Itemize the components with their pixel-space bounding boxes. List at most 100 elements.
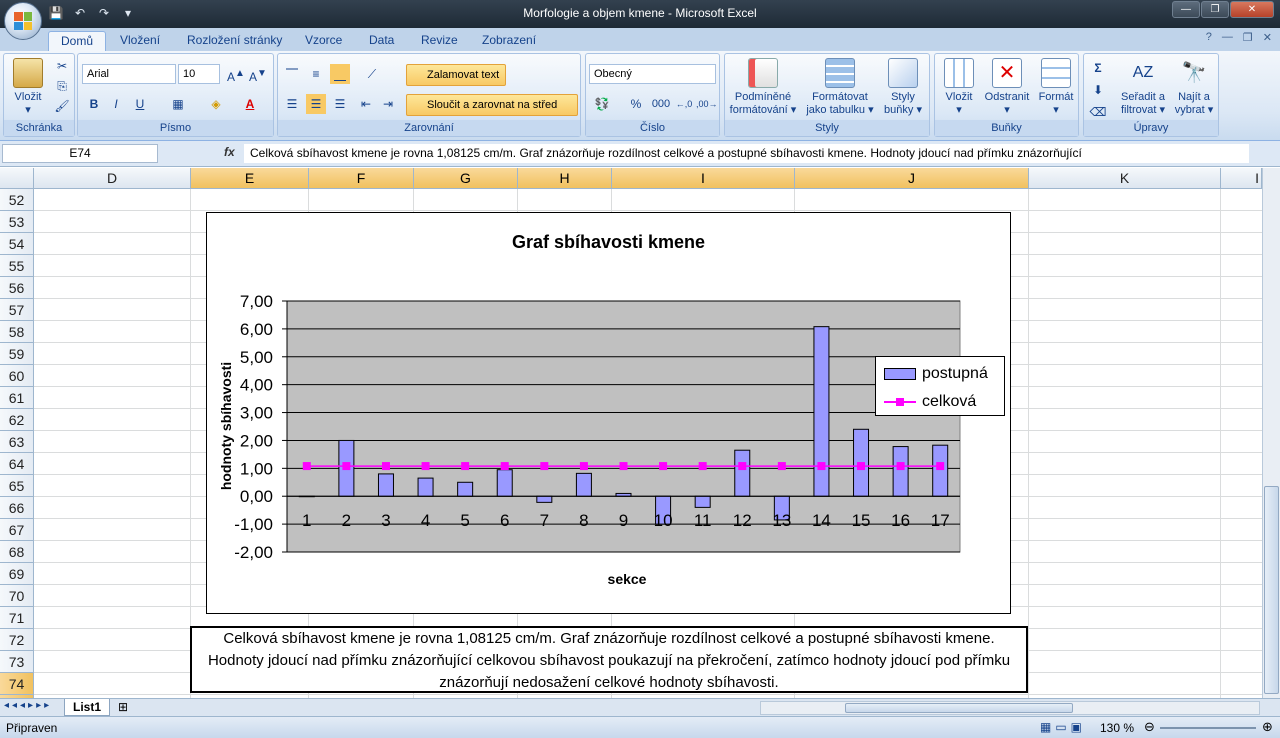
row-header[interactable]: 70 xyxy=(0,585,34,607)
tab-domu[interactable]: Domů xyxy=(48,31,107,51)
tab-data[interactable]: Data xyxy=(357,31,406,51)
insert-cells-button[interactable]: Vložit ▾ xyxy=(937,58,981,117)
horizontal-scroll-thumb[interactable] xyxy=(845,703,1073,713)
orientation-icon[interactable]: ⟋ xyxy=(362,64,382,84)
column-header[interactable]: J xyxy=(795,168,1029,189)
insert-sheet-icon[interactable]: ⊞ xyxy=(118,700,128,714)
align-right-icon[interactable]: ☰ xyxy=(330,94,350,114)
number-format-select[interactable]: Obecný xyxy=(589,64,716,84)
cell-styles-button[interactable]: Styly buňky ▾ xyxy=(879,58,927,117)
decrease-indent-icon[interactable]: ⇤ xyxy=(356,94,376,114)
ribbon-minimize-icon[interactable]: — xyxy=(1222,31,1233,44)
column-header[interactable]: H xyxy=(518,168,612,189)
view-buttons-icon[interactable]: ▦▭▣ xyxy=(1040,720,1086,734)
italic-button[interactable]: I xyxy=(106,94,126,114)
column-header[interactable]: F xyxy=(309,168,414,189)
autosum-button[interactable]: Σ xyxy=(1088,58,1108,78)
paste-button[interactable]: Vložit ▾ xyxy=(8,58,48,117)
formula-input[interactable]: Celková sbíhavost kmene je rovna 1,08125… xyxy=(244,144,1249,163)
font-name-select[interactable]: Arial xyxy=(82,64,176,84)
qat-customize-icon[interactable]: ▾ xyxy=(120,5,136,21)
row-header[interactable]: 64 xyxy=(0,453,34,475)
ribbon-restore-icon[interactable]: ❐ xyxy=(1243,31,1253,44)
fill-color-icon[interactable]: ◈ xyxy=(206,94,226,114)
increase-decimal-icon[interactable]: ←,0 xyxy=(674,94,694,114)
row-header[interactable]: 72 xyxy=(0,629,34,651)
find-select-button[interactable]: 🔭 Najít a vybrat ▾ xyxy=(1172,58,1216,117)
column-header[interactable]: I xyxy=(1221,168,1262,189)
underline-button[interactable]: U xyxy=(130,94,150,114)
conditional-formatting-button[interactable]: Podmíněné formátování ▾ xyxy=(727,58,799,117)
wrap-text-button[interactable]: Zalamovat text xyxy=(406,64,506,86)
close-button[interactable]: ✕ xyxy=(1230,1,1274,18)
row-header[interactable]: 52 xyxy=(0,189,34,211)
column-header[interactable]: K xyxy=(1029,168,1221,189)
tab-vzorce[interactable]: Vzorce xyxy=(293,31,354,51)
vertical-scroll-thumb[interactable] xyxy=(1264,486,1279,694)
row-header[interactable]: 65 xyxy=(0,475,34,497)
borders-icon[interactable]: ▦ xyxy=(168,94,188,114)
function-icon[interactable]: fx xyxy=(224,145,235,159)
align-center-icon[interactable]: ☰ xyxy=(306,94,326,114)
column-header[interactable]: I xyxy=(612,168,795,189)
tab-vlozeni[interactable]: Vložení xyxy=(108,31,172,51)
align-middle-icon[interactable]: ≡ xyxy=(306,64,326,84)
row-header[interactable]: 59 xyxy=(0,343,34,365)
font-color-icon[interactable]: A xyxy=(240,94,260,114)
font-size-select[interactable]: 10 xyxy=(178,64,220,84)
row-header[interactable]: 62 xyxy=(0,409,34,431)
chart[interactable]: Graf sbíhavosti kmene 7,00 6,00 5,00 4,00 3,… xyxy=(206,212,1011,614)
row-header[interactable]: 67 xyxy=(0,519,34,541)
description-textbox[interactable]: Celková sbíhavost kmene je rovna 1,08125… xyxy=(190,626,1028,693)
select-all-corner[interactable] xyxy=(0,168,34,189)
row-header[interactable]: 54 xyxy=(0,233,34,255)
format-as-table-button[interactable]: Formátovat jako tabulku ▾ xyxy=(803,58,877,117)
decrease-decimal-icon[interactable]: ,00→ xyxy=(696,94,718,114)
row-header[interactable]: 58 xyxy=(0,321,34,343)
zoom-in-icon[interactable]: ⊕ xyxy=(1262,719,1273,735)
tab-revize[interactable]: Revize xyxy=(409,31,470,51)
row-header[interactable]: 73 xyxy=(0,651,34,673)
row-header[interactable]: 60 xyxy=(0,365,34,387)
delete-cells-button[interactable]: ✕ Odstranit ▾ xyxy=(981,58,1033,117)
align-top-icon[interactable]: ⎺ xyxy=(282,64,302,84)
row-header[interactable]: 69 xyxy=(0,563,34,585)
undo-icon[interactable]: ↶ xyxy=(72,5,88,21)
currency-icon[interactable]: 💱 xyxy=(592,94,612,114)
grow-font-icon[interactable]: A▲ xyxy=(226,64,246,84)
column-header[interactable]: D xyxy=(34,168,191,189)
row-header[interactable]: 66 xyxy=(0,497,34,519)
save-icon[interactable]: 💾 xyxy=(48,5,64,21)
align-left-icon[interactable]: ☰ xyxy=(282,94,302,114)
clear-icon[interactable]: ⌫ xyxy=(1088,102,1108,122)
minimize-button[interactable]: — xyxy=(1172,1,1200,18)
sort-filter-button[interactable]: AZ Seřadit a filtrovat ▾ xyxy=(1116,58,1170,117)
format-painter-icon[interactable]: 🖌 xyxy=(52,96,72,116)
maximize-button[interactable]: ❐ xyxy=(1201,1,1229,18)
row-header[interactable]: 63 xyxy=(0,431,34,453)
copy-icon[interactable]: ⎘ xyxy=(52,76,72,96)
column-header[interactable]: G xyxy=(414,168,518,189)
row-header[interactable]: 57 xyxy=(0,299,34,321)
tab-rozlozeni-stranky[interactable]: Rozložení stránky xyxy=(175,31,294,51)
row-header[interactable]: 71 xyxy=(0,607,34,629)
row-header[interactable]: 55 xyxy=(0,255,34,277)
redo-icon[interactable]: ↷ xyxy=(96,5,112,21)
office-button[interactable] xyxy=(4,2,42,40)
row-header[interactable]: 53 xyxy=(0,211,34,233)
zoom-level[interactable]: 130 % xyxy=(1100,721,1134,735)
horizontal-scrollbar[interactable] xyxy=(760,701,1260,715)
row-header[interactable]: 74 xyxy=(0,673,34,695)
ribbon-close-icon[interactable]: ✕ xyxy=(1263,31,1272,44)
tab-zobrazeni[interactable]: Zobrazení xyxy=(470,31,548,51)
sheet-tab-list1[interactable]: List1 xyxy=(64,699,111,716)
shrink-font-icon[interactable]: A▼ xyxy=(248,64,268,84)
vertical-scrollbar[interactable] xyxy=(1262,168,1280,698)
merge-center-button[interactable]: Sloučit a zarovnat na střed xyxy=(406,94,578,116)
row-header[interactable]: 61 xyxy=(0,387,34,409)
name-box[interactable]: E74 xyxy=(2,144,158,163)
fill-icon[interactable]: ⬇ xyxy=(1088,80,1108,100)
column-header[interactable]: E xyxy=(191,168,309,189)
align-bottom-icon[interactable]: ⎽ xyxy=(330,64,350,84)
sheet-nav-arrows-icon[interactable]: ◂◂◂▸▸▸ xyxy=(4,700,52,711)
